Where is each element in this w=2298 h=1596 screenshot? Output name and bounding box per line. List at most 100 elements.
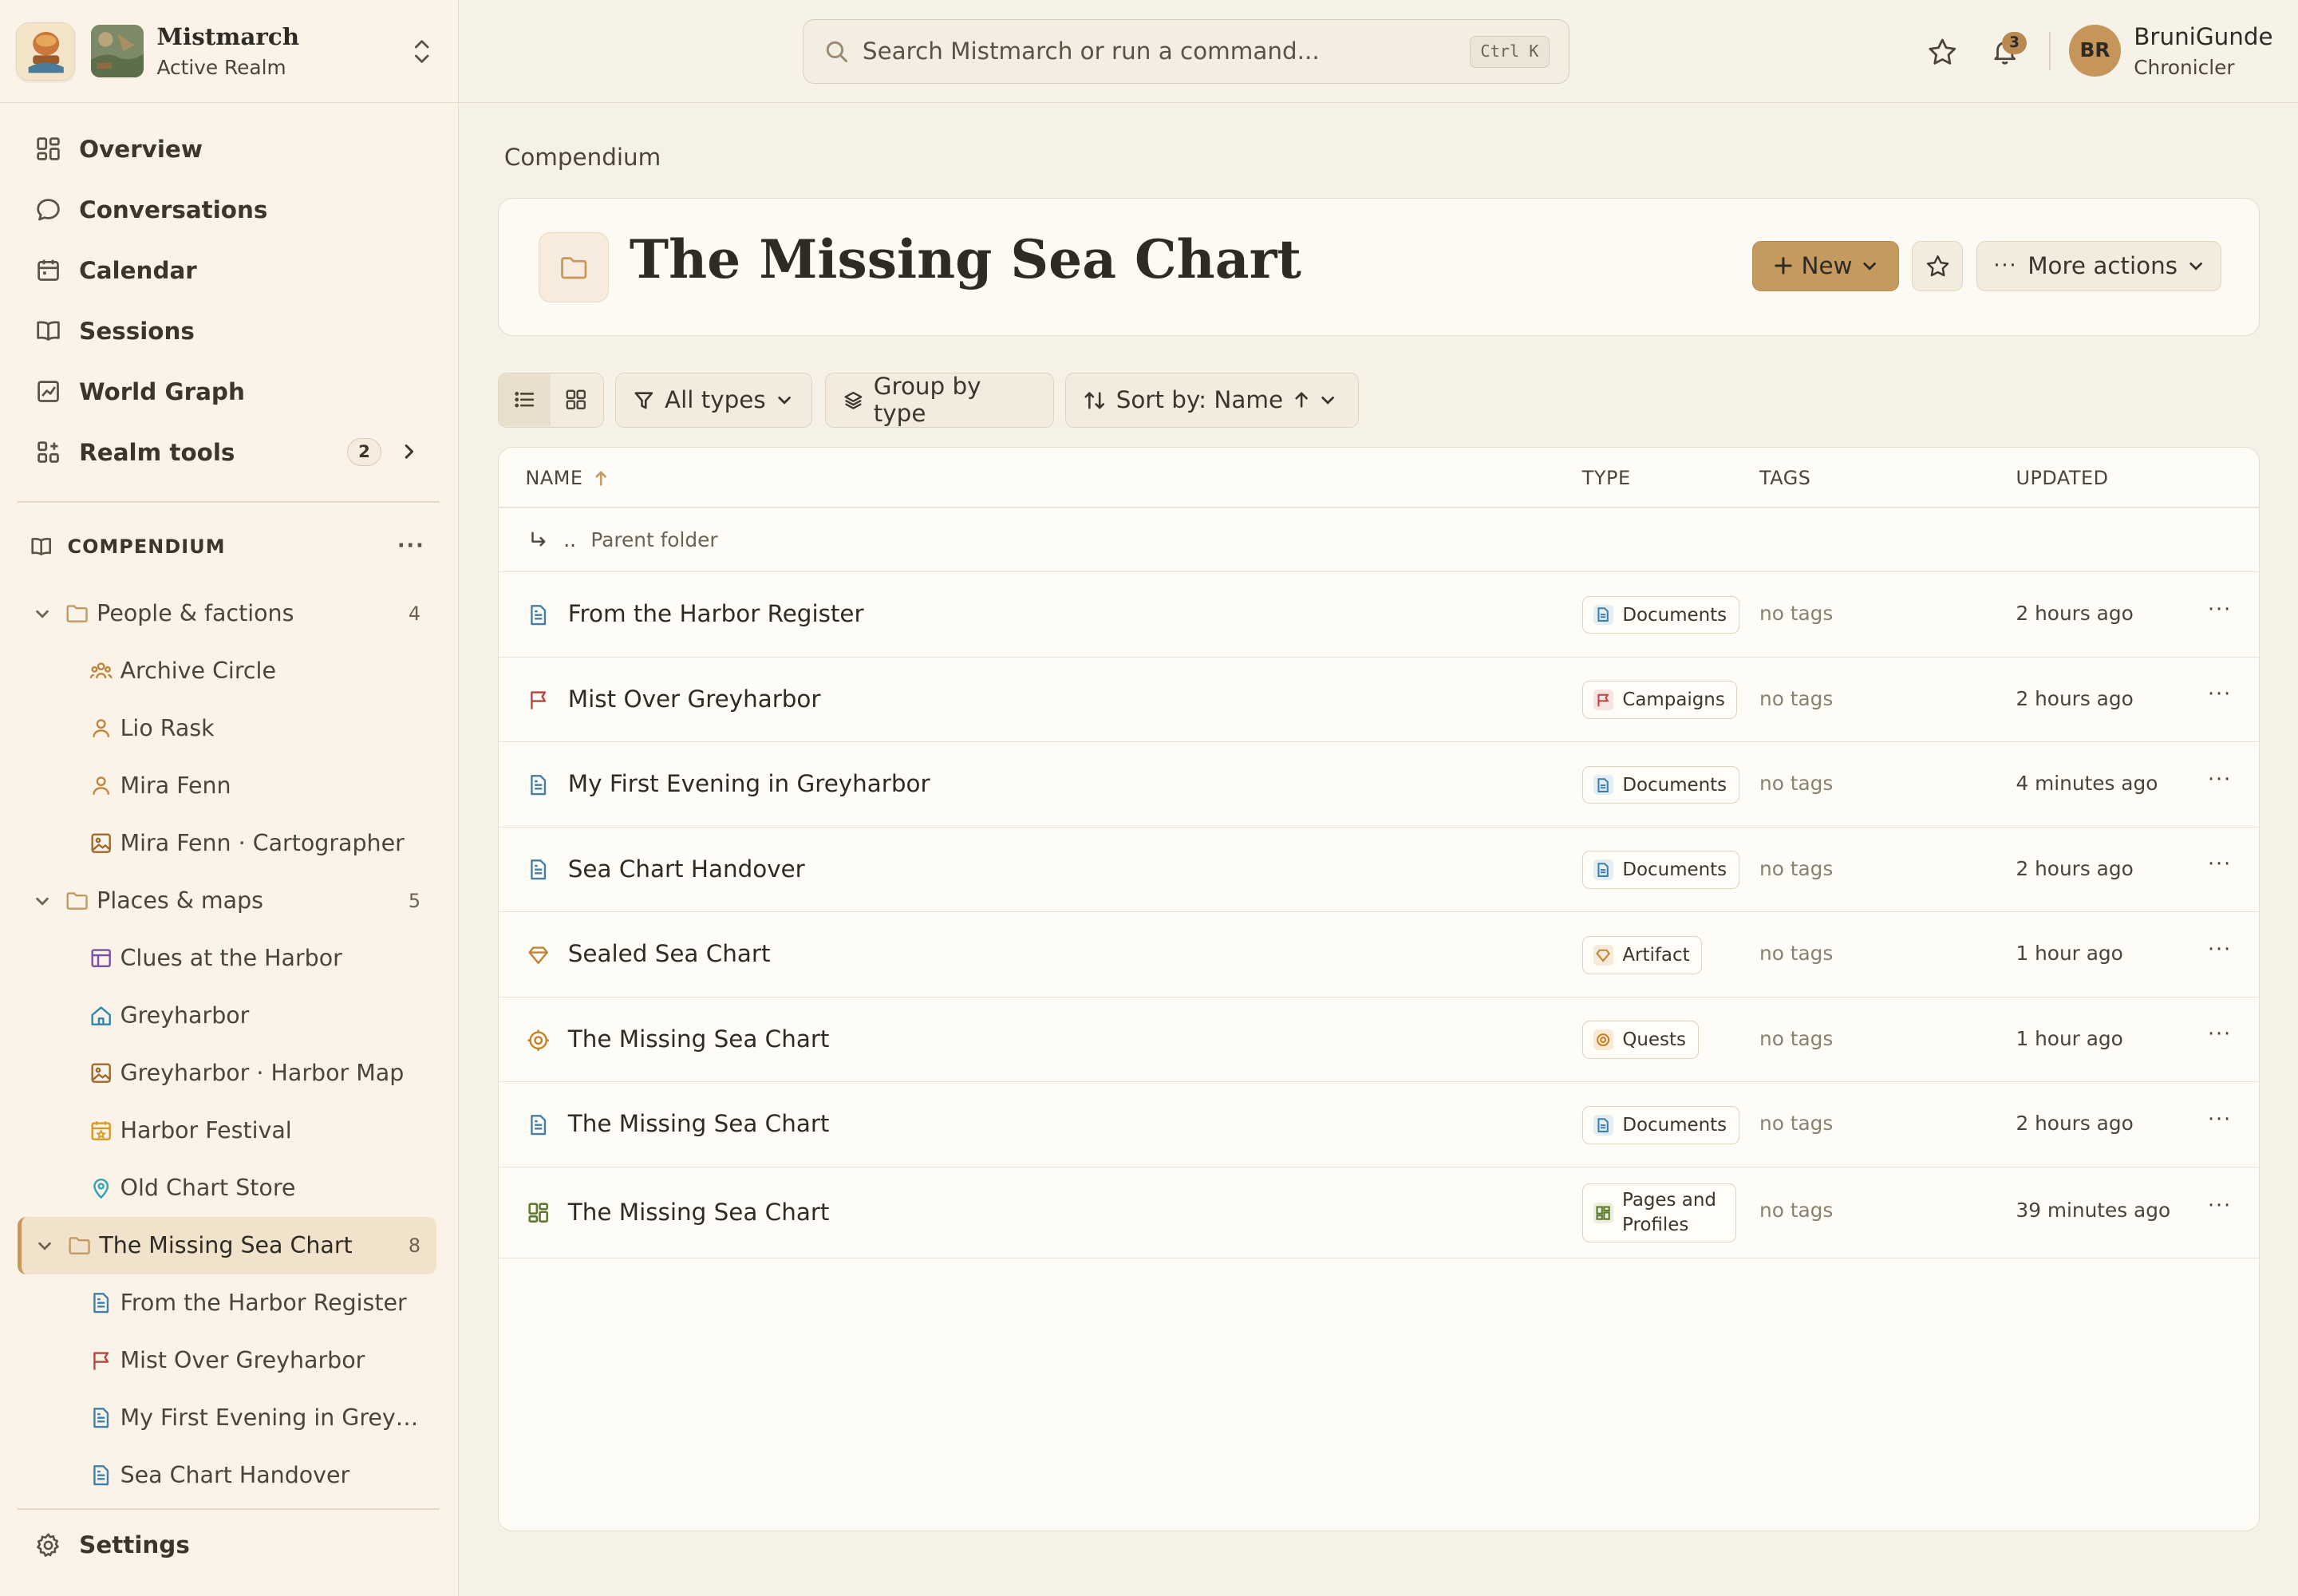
row-tags: no tags — [1759, 1026, 1834, 1050]
row-name[interactable]: Sealed Sea Chart — [568, 940, 771, 967]
grid-icon — [566, 389, 586, 409]
return-arrow-icon — [531, 531, 546, 547]
table-row[interactable]: Sea Chart Handover Documents no tags 2 h… — [499, 828, 2260, 913]
nav-overview[interactable]: Overview — [0, 119, 459, 180]
tree-item-greyharbor[interactable]: Greyharbor — [18, 987, 436, 1045]
document-icon — [1593, 859, 1614, 880]
search-input[interactable] — [862, 38, 1449, 65]
new-button[interactable]: New — [1751, 241, 1899, 291]
chevron-right-icon[interactable] — [399, 441, 420, 462]
tree-item-my-first-evening[interactable]: My First Evening in Grey… — [18, 1389, 436, 1447]
row-more-icon[interactable]: ··· — [2208, 598, 2232, 622]
row-name[interactable]: The Missing Sea Chart — [568, 1110, 830, 1137]
row-name[interactable]: Sea Chart Handover — [568, 855, 805, 883]
row-more-icon[interactable]: ··· — [2208, 1194, 2232, 1218]
tree-item-mira-fenn-cartographer[interactable]: Mira Fenn · Cartographer — [18, 815, 436, 872]
tree-item-lio-rask[interactable]: Lio Rask — [18, 700, 436, 757]
column-header-tags[interactable]: TAGS — [1759, 467, 1810, 489]
type-badge[interactable]: Artifact — [1581, 935, 1703, 974]
row-name[interactable]: The Missing Sea Chart — [568, 1025, 830, 1053]
folder-label: The Missing Sea Chart — [99, 1232, 353, 1259]
more-actions-button[interactable]: ··· More actions — [1976, 241, 2221, 291]
column-header-type[interactable]: TYPE — [1582, 467, 1631, 489]
nav-settings[interactable]: Settings — [35, 1531, 190, 1558]
target-icon — [1593, 1029, 1614, 1051]
sort-button[interactable]: Sort by: Name — [1065, 372, 1359, 429]
row-more-icon[interactable]: ··· — [2208, 852, 2232, 876]
type-badge[interactable]: Quests — [1581, 1021, 1699, 1060]
realm-switcher[interactable]: Mistmarch Active Realm — [0, 0, 459, 103]
type-badge[interactable]: Pages and Profiles — [1581, 1183, 1736, 1242]
breadcrumb[interactable]: Compendium — [504, 144, 661, 171]
favorite-button[interactable] — [1912, 241, 1964, 291]
chevron-down-icon[interactable] — [34, 892, 51, 910]
row-more-icon[interactable]: ··· — [2208, 938, 2232, 962]
layers-icon — [844, 391, 863, 409]
tree-item-mist-over-greyharbor[interactable]: Mist Over Greyharbor — [18, 1332, 436, 1389]
row-tags: no tags — [1759, 686, 1834, 710]
star-icon[interactable] — [1927, 37, 1958, 68]
chevron-updown-icon[interactable] — [410, 38, 433, 65]
map-pin-icon — [93, 1179, 109, 1199]
name-header-label: NAME — [525, 467, 583, 490]
table-row[interactable]: The Missing Sea Chart Quests no tags 1 h… — [499, 998, 2260, 1083]
column-header-updated[interactable]: UPDATED — [2016, 467, 2108, 489]
new-button-label: New — [1801, 252, 1853, 280]
list-view-button[interactable] — [499, 373, 551, 426]
row-name[interactable]: My First Evening in Greyharbor — [568, 770, 930, 797]
nav-realm-tools[interactable]: Realm tools 2 — [0, 422, 459, 483]
avatar[interactable]: BR — [2069, 25, 2121, 77]
tree-item-mira-fenn[interactable]: Mira Fenn — [18, 757, 436, 815]
type-badge[interactable]: Documents — [1581, 595, 1739, 634]
nav-sessions[interactable]: Sessions — [0, 301, 459, 361]
compendium-tree: People & factions 4 Archive Circle Lio R… — [18, 585, 437, 1504]
tree-item-clues-at-the-harbor[interactable]: Clues at the Harbor — [18, 930, 436, 987]
app-logo — [16, 22, 75, 81]
row-more-icon[interactable]: ··· — [2208, 682, 2232, 706]
user-name[interactable]: BruniGunde — [2134, 23, 2272, 50]
table-row[interactable]: Mist Over Greyharbor Campaigns no tags 2… — [499, 658, 2260, 743]
tree-item-old-chart-store[interactable]: Old Chart Store — [18, 1159, 436, 1217]
tree-item-greyharbor-harbor-map[interactable]: Greyharbor · Harbor Map — [18, 1045, 436, 1102]
table-row[interactable]: The Missing Sea Chart Documents no tags … — [499, 1082, 2260, 1167]
compendium-more-icon[interactable]: ··· — [397, 534, 425, 558]
row-more-icon[interactable]: ··· — [2208, 1108, 2232, 1132]
nav-world-graph[interactable]: World Graph — [0, 361, 459, 422]
entries-table: NAME TYPE TAGS UPDATED .. Parent folder … — [498, 447, 2260, 1532]
group-by-button[interactable]: Group by type — [825, 372, 1054, 429]
folder-the-missing-sea-chart[interactable]: The Missing Sea Chart 8 — [18, 1216, 437, 1274]
parent-folder-row[interactable]: .. Parent folder — [499, 508, 2260, 573]
tree-item-archive-circle[interactable]: Archive Circle — [18, 642, 436, 700]
type-filter-label: All types — [664, 386, 766, 414]
row-more-icon[interactable]: ··· — [2208, 768, 2232, 792]
tree-item-from-the-harbor-register[interactable]: From the Harbor Register — [18, 1274, 436, 1332]
grid-view-button[interactable] — [551, 373, 602, 426]
table-row[interactable]: The Missing Sea Chart Pages and Profiles… — [499, 1167, 2260, 1258]
tree-item-harbor-festival[interactable]: Harbor Festival — [18, 1102, 436, 1159]
chevron-down-icon[interactable] — [36, 1237, 53, 1254]
nav-calendar[interactable]: Calendar — [0, 240, 459, 301]
command-search[interactable]: Ctrl K — [803, 18, 1570, 84]
type-badge[interactable]: Documents — [1581, 1105, 1739, 1144]
folder-places-maps[interactable]: Places & maps 5 — [18, 872, 436, 930]
type-badge[interactable]: Campaigns — [1581, 681, 1738, 719]
chevron-down-icon[interactable] — [34, 605, 51, 622]
type-badge[interactable]: Documents — [1581, 765, 1739, 804]
row-name[interactable]: The Missing Sea Chart — [568, 1199, 830, 1226]
type-badge[interactable]: Documents — [1581, 851, 1739, 890]
table-row[interactable]: From the Harbor Register Documents no ta… — [499, 572, 2260, 658]
row-name[interactable]: Mist Over Greyharbor — [568, 685, 821, 713]
nav-conversations[interactable]: Conversations — [0, 180, 459, 240]
table-row[interactable]: My First Evening in Greyharbor Documents… — [499, 742, 2260, 828]
column-header-name[interactable]: NAME — [526, 467, 609, 489]
row-more-icon[interactable]: ··· — [2208, 1022, 2232, 1046]
table-row[interactable]: Sealed Sea Chart Artifact no tags 1 hour… — [499, 912, 2260, 998]
row-name[interactable]: From the Harbor Register — [568, 600, 864, 627]
target-icon — [527, 1029, 550, 1051]
tree-item-sea-chart-handover[interactable]: Sea Chart Handover — [18, 1447, 436, 1504]
star-icon — [1926, 255, 1949, 277]
type-label: Documents — [1622, 774, 1727, 796]
notification-count-badge: 3 — [2001, 32, 2028, 54]
folder-people-factions[interactable]: People & factions 4 — [18, 585, 436, 642]
type-filter-button[interactable]: All types — [615, 372, 812, 429]
